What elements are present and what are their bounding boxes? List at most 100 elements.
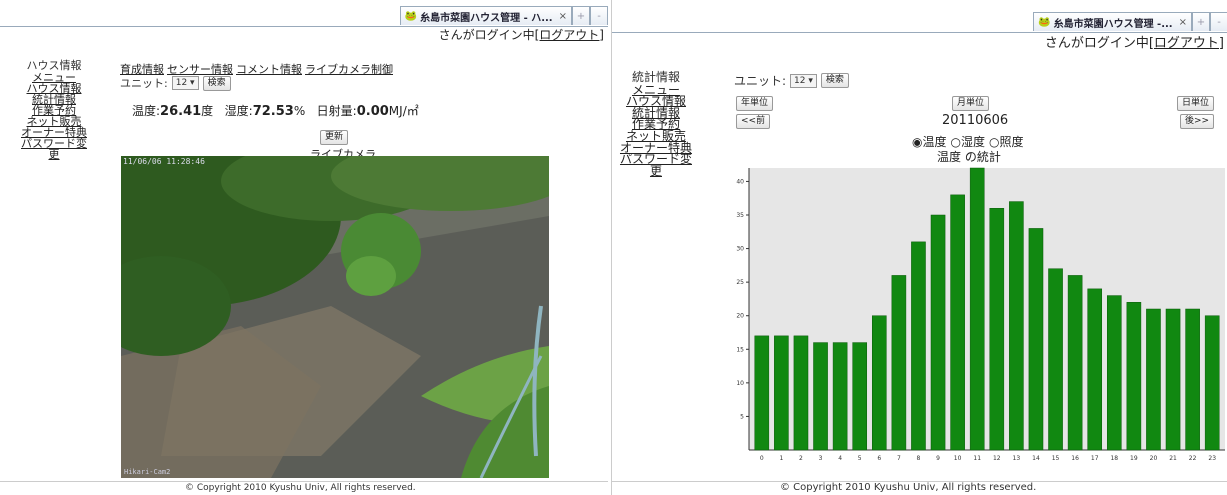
bar-hour-14: [1028, 228, 1044, 451]
bar-hour-1: [774, 335, 789, 451]
solar-unit: MJ/㎡: [388, 104, 419, 118]
bar-hour-21: [1165, 308, 1181, 451]
logout-link[interactable]: [ログアウト]: [1149, 36, 1224, 51]
unit-row: ユニット: 12 ▾ 検索: [120, 75, 231, 91]
login-text: さんがログイン中: [1044, 36, 1149, 51]
copyright: © Copyright 2010 Kyushu Univ, All rights…: [185, 483, 416, 493]
x-tick-label: 0: [760, 455, 764, 462]
chart-svg: 5101520253035400 1 2 3 4 5 6 7 8 9 10 11 12 13 14 15 16 1…: [736, 167, 1225, 462]
y-tick-label: 5: [740, 413, 744, 420]
next-button[interactable]: 後>>: [1180, 114, 1215, 129]
footer-divider: [0, 481, 608, 482]
bar-hour-5: [852, 342, 868, 451]
temperature-chart: 5 10 15 20 25 30 35 40 0 1 2 3 4 5 6 7 8 9 10 11 12 13 14 15 16 1…: [731, 162, 1226, 462]
radio-humidity-label: 湿度: [960, 135, 985, 149]
live-camera-image: 11/06/06 11:28:46 Hikari-Cam2: [121, 156, 549, 478]
x-tick-label: 21: [1169, 455, 1177, 462]
bar-hour-10: [950, 194, 965, 451]
browser-tab[interactable]: 🐸 糸島市菜園ハウス管理 - ハ... ×: [399, 6, 572, 25]
unit-label: ユニット:: [734, 74, 787, 88]
radio-selected-icon: ◉: [912, 135, 923, 149]
y-tick-label: 10: [736, 380, 744, 387]
right-window: 🐸 糸島市菜園ハウス管理 -... × + - さんがログイン中[ログアウト] …: [611, 0, 1227, 495]
radio-empty-icon: ○: [950, 135, 961, 149]
tab-title: 糸島市菜園ハウス管理 - ハ...: [420, 12, 553, 24]
y-tick-label: 25: [736, 279, 744, 286]
login-status: さんがログイン中[ログアウト]: [1045, 32, 1224, 51]
nav-heading: 統計情報: [631, 70, 680, 84]
bar-hour-23: [1204, 315, 1220, 451]
y-tick-label: 20: [736, 313, 744, 320]
side-nav: 統計情報 メニュー ハウス情報 統計情報 作業予約 ネット販売 オーナー特典 パ…: [616, 70, 696, 177]
search-button[interactable]: 検索: [202, 75, 231, 91]
tab-strip: 🐸 糸島市菜園ハウス管理 -... × + -: [1033, 12, 1227, 32]
x-tick-label: 13: [1013, 455, 1021, 462]
copyright: © Copyright 2010 Kyushu Univ, All rights…: [780, 482, 1037, 493]
bar-hour-20: [1146, 308, 1161, 451]
humidity-unit: %: [293, 104, 306, 118]
bar-hour-3: [813, 342, 828, 451]
link-comment-info[interactable]: コメント情報: [236, 63, 302, 76]
month-unit-button[interactable]: 月単位: [952, 96, 990, 111]
bar-hour-13: [1009, 201, 1024, 451]
new-tab-button[interactable]: +: [572, 6, 590, 25]
temp-value: 26.41: [160, 104, 202, 119]
x-tick-label: 10: [954, 455, 962, 462]
login-status: さんがログイン中[ログアウト]: [439, 26, 604, 43]
tab-close-icon[interactable]: ×: [1179, 17, 1187, 28]
camera-watermark: Hikari-Cam2: [124, 468, 171, 476]
tab-overflow-button[interactable]: -: [590, 6, 608, 25]
solar-label: 日射量:: [316, 104, 357, 118]
unit-select[interactable]: 12 ▾: [171, 76, 199, 90]
bar-hour-8: [911, 241, 926, 451]
nav-heading: ハウス情報: [26, 59, 82, 72]
left-window: 🐸 糸島市菜園ハウス管理 - ハ... × + - さんがログイン中[ログアウト…: [0, 0, 608, 495]
x-tick-label: 11: [973, 455, 981, 462]
refresh-button[interactable]: 更新: [320, 130, 349, 145]
bar-hour-19: [1126, 302, 1142, 451]
frog-favicon-icon: 🐸: [404, 10, 418, 22]
bar-hour-17: [1087, 288, 1103, 451]
unit-label: ユニット:: [120, 77, 168, 90]
bar-hour-6: [871, 315, 887, 451]
x-tick-label: 8: [917, 455, 921, 462]
bar-hour-22: [1185, 308, 1200, 451]
search-button[interactable]: 検索: [820, 73, 849, 88]
bar-hour-4: [832, 342, 848, 451]
x-tick-label: 9: [936, 455, 940, 462]
bar-hour-12: [989, 208, 1005, 451]
radio-illuminance-label: 照度: [999, 135, 1024, 149]
solar-value: 0.00: [356, 104, 389, 119]
humidity-value: 72.53: [252, 104, 294, 119]
y-tick-label: 35: [736, 212, 744, 219]
side-nav: ハウス情報 メニュー ハウス情報 統計情報 作業予約 ネット販売 オーナー特典 …: [20, 60, 88, 160]
x-tick-label: 17: [1091, 455, 1099, 462]
nav-item-password[interactable]: パスワード変更: [616, 153, 696, 177]
unit-select[interactable]: 12 ▾: [790, 73, 817, 88]
x-tick-label: 14: [1032, 455, 1040, 462]
unit-row: ユニット: 12 ▾ 検索: [734, 72, 849, 89]
browser-tab[interactable]: 🐸 糸島市菜園ハウス管理 -... ×: [1033, 12, 1192, 31]
prev-button[interactable]: <<前: [736, 114, 771, 129]
tab-close-icon[interactable]: ×: [559, 11, 567, 22]
x-tick-label: 15: [1052, 455, 1060, 462]
tab-overflow-button[interactable]: -: [1210, 12, 1227, 31]
day-unit-button[interactable]: 日単位: [1177, 96, 1215, 111]
bar-hour-9: [930, 214, 946, 451]
x-tick-label: 6: [877, 455, 881, 462]
x-tick-label: 7: [897, 455, 901, 462]
bar-hour-18: [1106, 295, 1122, 451]
x-tick-label: 20: [1150, 455, 1158, 462]
sensor-readings: 温度:26.41度 湿度:72.53% 日射量:0.00MJ/㎡: [132, 102, 419, 119]
x-tick-label: 4: [838, 455, 842, 462]
current-date: 20110606: [942, 113, 1009, 128]
logout-link[interactable]: [ログアウト]: [535, 28, 604, 42]
y-tick-label: 40: [736, 178, 744, 185]
link-camera-control[interactable]: ライブカメラ制御: [305, 63, 393, 76]
bar-hour-11: [969, 167, 985, 451]
x-tick-label: 23: [1208, 455, 1216, 462]
year-unit-button[interactable]: 年単位: [736, 96, 774, 111]
new-tab-button[interactable]: +: [1192, 12, 1210, 31]
temp-label: 温度:: [132, 104, 161, 118]
nav-item-password[interactable]: パスワード変更: [20, 138, 88, 160]
